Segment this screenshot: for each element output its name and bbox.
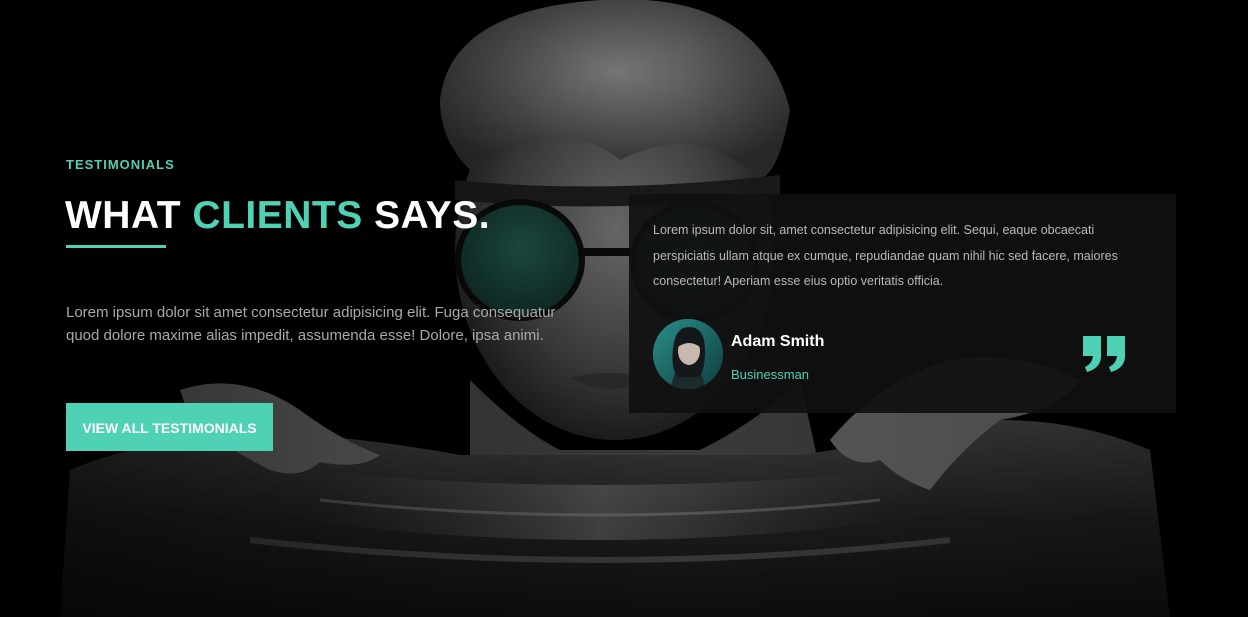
avatar-photo: [653, 319, 723, 389]
view-all-testimonials-button[interactable]: VIEW ALL TESTIMONIALS: [66, 403, 273, 451]
title-accent: CLIENTS: [192, 194, 363, 237]
title-part-1: WHAT: [65, 194, 193, 237]
section-eyebrow: TESTIMONIALS: [66, 157, 175, 172]
title-underline: [66, 245, 166, 248]
testimonials-section: TESTIMONIALS WHAT CLIENTS SAYS. Lorem ip…: [0, 0, 1248, 617]
testimonial-card: Lorem ipsum dolor sit, amet consectetur …: [629, 194, 1176, 413]
section-intro-text: Lorem ipsum dolor sit amet consectetur a…: [66, 304, 556, 344]
section-title: WHAT CLIENTS SAYS.: [65, 193, 490, 239]
testimonial-text: Lorem ipsum dolor sit, amet consectetur …: [653, 223, 1118, 288]
author-name: Adam Smith: [731, 333, 825, 350]
quote-icon: [1083, 336, 1125, 372]
author-role: Businessman: [731, 367, 810, 382]
title-part-2: SAYS.: [362, 194, 491, 237]
avatar: [653, 319, 723, 389]
